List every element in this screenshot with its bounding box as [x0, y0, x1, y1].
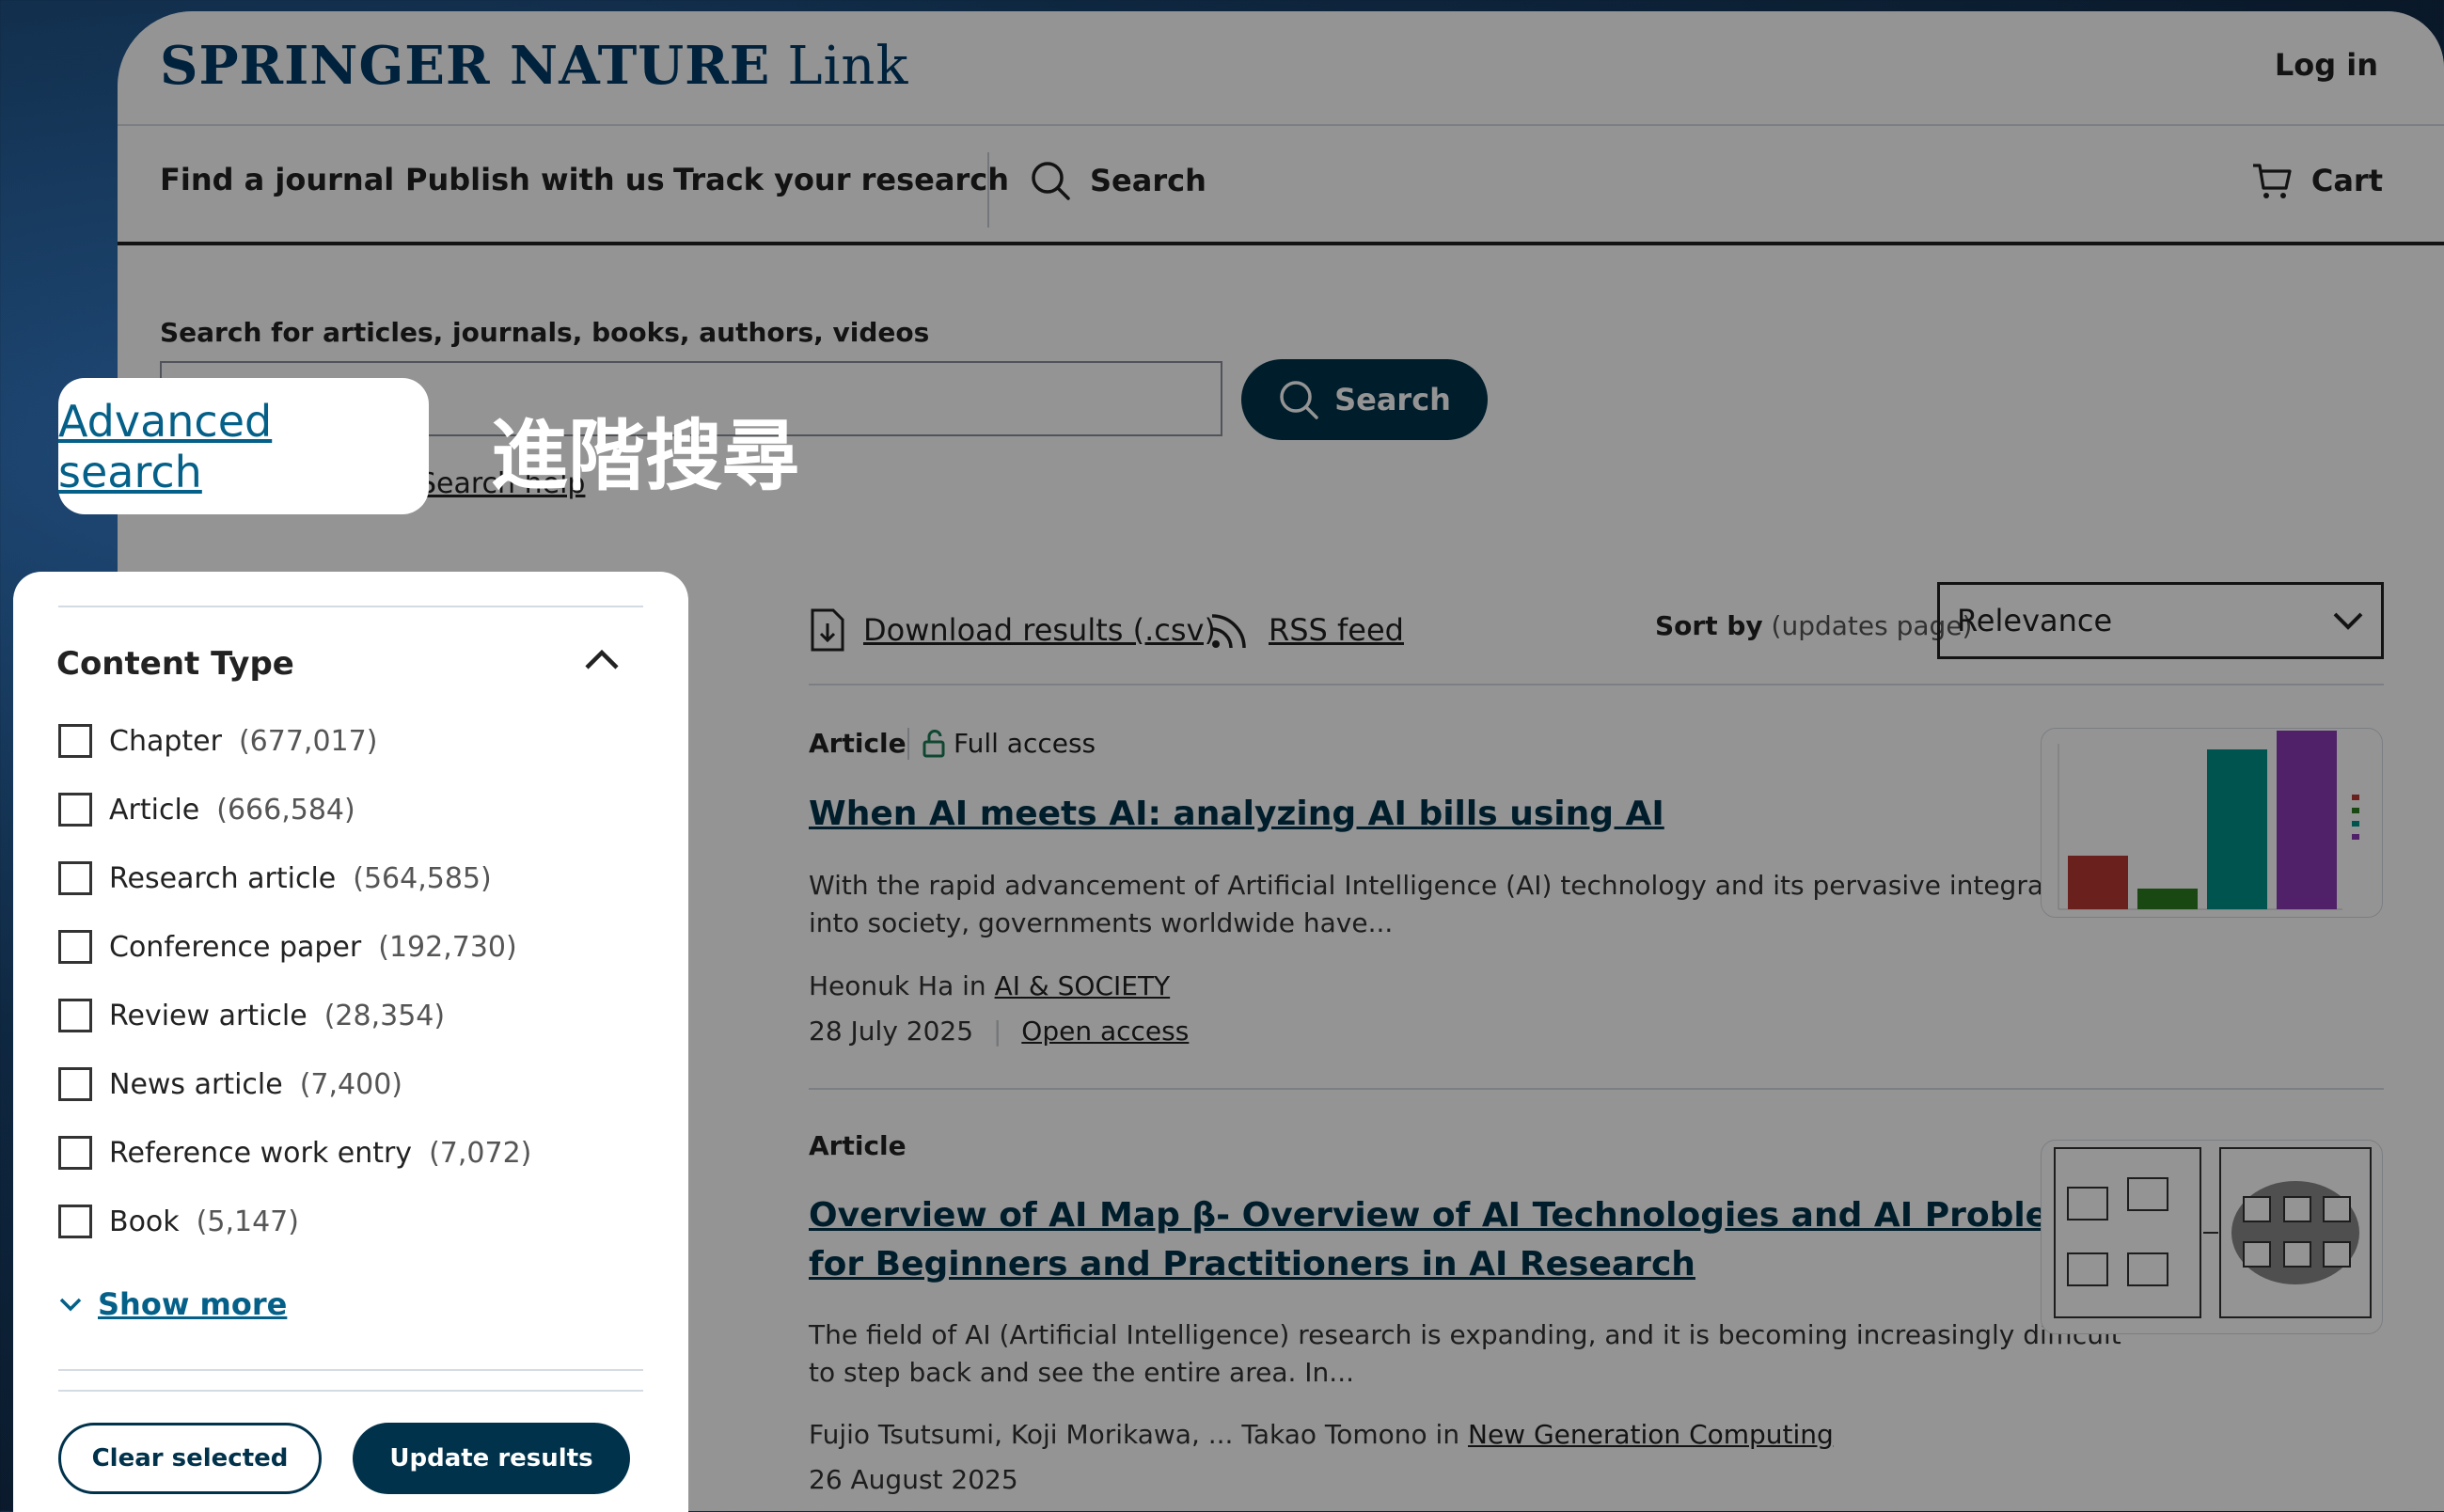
result-type: Article	[809, 1130, 907, 1161]
nav-bottom-border	[118, 242, 2444, 245]
update-results-button[interactable]: Update results	[353, 1423, 630, 1494]
content-type-filter-panel: Content Type Chapter (677,017) Article (66…	[13, 572, 688, 1512]
clear-selected-button[interactable]: Clear selected	[58, 1423, 322, 1494]
login-link[interactable]: Log in	[2275, 47, 2378, 83]
result-snippet: The field of AI (Artificial Intelligence…	[809, 1319, 2121, 1388]
result-authors: Heonuk Ha in AI & SOCIETY	[809, 970, 1171, 1001]
access-badge: Full access	[922, 728, 1096, 759]
checkbox[interactable]	[58, 999, 92, 1032]
chevron-up-icon[interactable]	[583, 647, 621, 671]
search-icon	[1280, 381, 1318, 419]
checkbox[interactable]	[58, 861, 92, 895]
result-date: 26 August 2025	[809, 1464, 1018, 1495]
filter-option-conference-paper[interactable]: Conference paper (192,730)	[58, 930, 517, 964]
journal-link[interactable]: New Generation Computing	[1468, 1419, 1834, 1450]
filter-title: Content Type	[56, 645, 294, 683]
advanced-search-highlight: Advanced search	[58, 378, 429, 514]
download-icon	[811, 608, 844, 652]
show-more-button[interactable]: Show more	[58, 1286, 287, 1322]
cart-icon	[2252, 164, 2292, 198]
checkbox[interactable]	[58, 930, 92, 964]
show-more-label: Show more	[98, 1286, 288, 1322]
filter-option-book[interactable]: Book (5,147)	[58, 1205, 299, 1238]
rss-icon	[1211, 614, 1246, 649]
nav-search-label: Search	[1090, 163, 1206, 198]
open-access-link[interactable]: Open access	[1021, 1016, 1189, 1047]
result-thumbnail[interactable]	[2041, 1140, 2383, 1334]
meta-separator	[907, 728, 909, 760]
sort-by-label: Sort by (updates page)	[1655, 610, 1973, 641]
sort-select[interactable]: Relevance	[1937, 582, 2384, 659]
result-type: Article	[809, 728, 907, 759]
chevron-down-icon	[2333, 612, 2363, 630]
sort-select-value: Relevance	[1957, 603, 2113, 638]
nav-search-button[interactable]: Search	[1030, 160, 1206, 201]
result-authors: Fujio Tsutsumi, Koji Morikawa, ... Takao…	[809, 1419, 1834, 1450]
filter-option-article[interactable]: Article (666,584)	[58, 793, 355, 827]
search-label: Search for articles, journals, books, au…	[160, 317, 930, 348]
filter-option-news-article[interactable]: News article (7,400)	[58, 1067, 402, 1101]
cart-button[interactable]: Cart	[2251, 160, 2383, 201]
download-label: Download results (.csv)	[863, 612, 1216, 648]
chevron-down-icon	[59, 1298, 82, 1312]
result-title-link[interactable]: Overview of AI Map β- Overview of AI Tec…	[809, 1191, 2144, 1289]
filter-option-review-article[interactable]: Review article (28,354)	[58, 999, 445, 1032]
result-thumbnail[interactable]	[2041, 728, 2383, 918]
download-csv-link[interactable]: Download results (.csv)	[809, 608, 1216, 652]
diagram-thumbnail	[2054, 1147, 2372, 1318]
results-divider	[809, 684, 2384, 685]
search-submit-button[interactable]: Search	[1241, 359, 1488, 440]
filter-divider	[58, 1369, 643, 1371]
nav-find-journal[interactable]: Find a journal	[160, 162, 394, 197]
checkbox[interactable]	[58, 793, 92, 827]
result-date-line: 28 July 2025 | Open access	[809, 1016, 1190, 1047]
result-snippet: With the rapid advancement of Artificial…	[809, 870, 2094, 938]
filter-divider	[58, 606, 643, 607]
springer-nature-logo[interactable]: SPRINGER NATURE Link	[160, 35, 908, 97]
advanced-search-caption: 進階搜尋	[491, 412, 800, 501]
unlock-icon	[922, 729, 945, 757]
filter-divider	[58, 1390, 643, 1392]
bar-chart-thumbnail	[2058, 731, 2359, 910]
filter-option-chapter[interactable]: Chapter (677,017)	[58, 724, 377, 758]
header-divider	[118, 124, 2444, 126]
rss-feed-link[interactable]: RSS feed	[1208, 608, 1404, 652]
nav-separator	[987, 152, 989, 228]
checkbox[interactable]	[58, 1136, 92, 1170]
nav-publish[interactable]: Publish with us	[405, 162, 665, 197]
checkbox[interactable]	[58, 724, 92, 758]
journal-link[interactable]: AI & SOCIETY	[995, 970, 1171, 1001]
search-icon	[1032, 162, 1070, 200]
nav-track-research[interactable]: Track your research	[673, 162, 1009, 197]
checkbox[interactable]	[58, 1205, 92, 1238]
checkbox[interactable]	[58, 1067, 92, 1101]
result-date: 28 July 2025	[809, 1016, 974, 1047]
cart-label: Cart	[2310, 163, 2383, 198]
advanced-search-link[interactable]: Advanced search	[58, 396, 429, 497]
search-button-label: Search	[1334, 382, 1451, 417]
rss-label: RSS feed	[1269, 612, 1404, 648]
results-divider	[809, 1088, 2384, 1090]
result-title-link[interactable]: When AI meets AI: analyzing AI bills usi…	[809, 790, 2144, 839]
filter-option-reference-work-entry[interactable]: Reference work entry (7,072)	[58, 1136, 531, 1170]
filter-option-research-article[interactable]: Research article (564,585)	[58, 861, 492, 895]
